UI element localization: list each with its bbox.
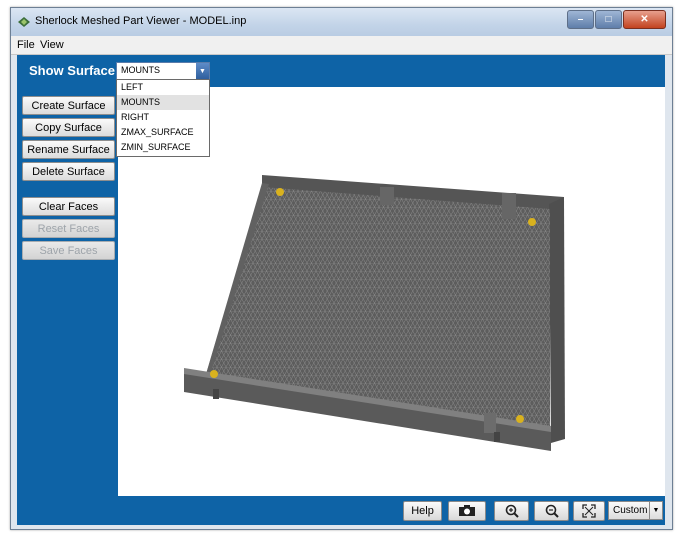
mount-point[interactable]: [276, 188, 284, 196]
reset-faces-button: Reset Faces: [22, 219, 115, 238]
copy-surface-button[interactable]: Copy Surface: [22, 118, 115, 137]
view-mode-select[interactable]: Custom ▼: [608, 501, 663, 520]
chevron-down-icon[interactable]: ▼: [649, 502, 662, 519]
minimize-button[interactable]: –: [567, 10, 594, 29]
show-surface-label: Show Surface:: [29, 63, 120, 78]
create-surface-button[interactable]: Create Surface: [22, 96, 115, 115]
main-panel: Show Surface: MOUNTS ▼ LEFT MOUNTS RIGHT…: [17, 55, 665, 525]
app-window: Sherlock Meshed Part Viewer - MODEL.inp …: [10, 7, 673, 530]
close-button[interactable]: ✕: [623, 10, 666, 29]
zoom-out-icon[interactable]: [534, 501, 569, 521]
zoom-in-icon[interactable]: [494, 501, 529, 521]
view-mode-value: Custom: [613, 505, 648, 516]
right-wall: [549, 197, 565, 443]
wall-post: [502, 193, 516, 219]
surface-dropdown-list: LEFT MOUNTS RIGHT ZMAX_SURFACE ZMIN_SURF…: [116, 79, 210, 157]
title-bar: Sherlock Meshed Part Viewer - MODEL.inp …: [11, 8, 672, 36]
surface-option-right[interactable]: RIGHT: [117, 110, 209, 125]
mount-point[interactable]: [210, 370, 218, 378]
camera-icon[interactable]: [448, 501, 486, 521]
clear-faces-button[interactable]: Clear Faces: [22, 197, 115, 216]
maximize-button[interactable]: □: [595, 10, 622, 29]
help-button[interactable]: Help: [403, 501, 442, 521]
window-title: Sherlock Meshed Part Viewer - MODEL.inp: [35, 15, 247, 27]
chevron-down-icon[interactable]: ▼: [196, 63, 209, 79]
surface-select-value: MOUNTS: [121, 65, 160, 75]
menu-view[interactable]: View: [40, 39, 64, 51]
wall-post: [380, 187, 394, 205]
rename-surface-button[interactable]: Rename Surface: [22, 140, 115, 159]
save-faces-button: Save Faces: [22, 241, 115, 260]
delete-surface-button[interactable]: Delete Surface: [22, 162, 115, 181]
fit-view-icon[interactable]: [573, 501, 605, 521]
surface-select[interactable]: MOUNTS ▼: [116, 62, 210, 80]
mount-point[interactable]: [516, 415, 524, 423]
menu-file[interactable]: File: [17, 39, 35, 51]
mount-point[interactable]: [528, 218, 536, 226]
surface-option-zmin[interactable]: ZMIN_SURFACE: [117, 140, 209, 155]
surface-option-zmax[interactable]: ZMAX_SURFACE: [117, 125, 209, 140]
wall-post: [484, 413, 496, 433]
menu-bar: File View: [11, 36, 672, 55]
window-controls: – □ ✕: [566, 10, 666, 29]
surface-option-mounts[interactable]: MOUNTS: [117, 95, 209, 110]
surface-option-left[interactable]: LEFT: [117, 80, 209, 95]
app-icon: [18, 17, 30, 27]
